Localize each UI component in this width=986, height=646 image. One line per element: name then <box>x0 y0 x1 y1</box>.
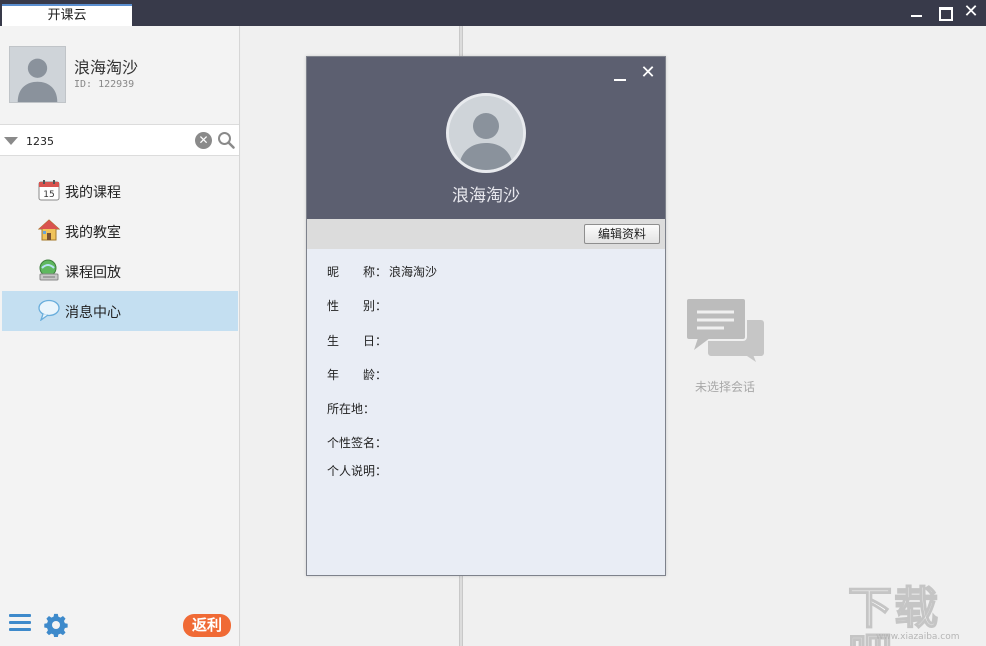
edit-profile-button[interactable]: 编辑资料 <box>584 224 660 244</box>
gear-icon[interactable] <box>44 613 68 637</box>
dialog-toolbar: 编辑资料 <box>307 219 665 249</box>
chat-bubbles-icon <box>686 298 764 362</box>
sidebar-nav: 15 我的课程 我的教室 课程回放 消息中心 <box>0 171 239 331</box>
info-row-signature: 个性签名： <box>327 434 389 451</box>
watermark-url: www.xiazaiba.com <box>876 632 960 642</box>
house-icon <box>38 219 60 241</box>
profile-dialog: ✕ 浪海淘沙 编辑资料 昵 称： 浪海淘沙 性 别： 生 日： 年 龄： 所在地：… <box>306 56 666 576</box>
info-row-nickname: 昵 称： 浪海淘沙 <box>327 263 437 280</box>
info-label: 个人说明： <box>327 464 388 478</box>
info-label: 年 龄： <box>327 368 388 382</box>
close-icon[interactable]: ✕ <box>961 3 981 23</box>
maximize-icon[interactable] <box>934 3 954 23</box>
calendar-icon: 15 <box>38 180 60 201</box>
sidebar-item-label: 课程回放 <box>65 265 121 281</box>
info-row-description: 个人说明： <box>327 462 389 479</box>
search-input[interactable] <box>26 131 186 151</box>
minimize-icon[interactable] <box>906 3 926 23</box>
app-tab[interactable]: 开课云 <box>2 4 132 26</box>
playback-icon <box>39 259 59 281</box>
info-label: 性 别： <box>327 299 388 313</box>
sidebar: 浪海淘沙 ID: 122939 ✕ 15 我的课程 <box>0 26 240 646</box>
info-label: 所在地： <box>327 402 376 416</box>
watermark: 下载吧 www.xiazaiba.com <box>847 585 984 646</box>
dialog-user-name: 浪海淘沙 <box>452 186 520 206</box>
menu-icon[interactable] <box>9 614 31 634</box>
user-silhouette-icon <box>10 47 65 102</box>
info-label: 个性签名： <box>327 436 388 450</box>
sidebar-item-label: 我的教室 <box>65 225 121 241</box>
dialog-close-icon[interactable]: ✕ <box>640 63 656 83</box>
search-bar: ✕ <box>0 124 239 156</box>
info-label: 昵 称： <box>327 265 388 279</box>
profile-id: ID: 122939 <box>74 79 135 90</box>
dropdown-arrow-icon[interactable] <box>4 137 18 145</box>
svg-text:15: 15 <box>43 190 54 200</box>
sidebar-item-message-center[interactable]: 消息中心 <box>2 291 238 331</box>
search-icon[interactable] <box>217 131 235 149</box>
dialog-minimize-icon[interactable] <box>613 72 627 84</box>
avatar[interactable] <box>9 46 66 103</box>
info-row-gender: 性 别： <box>327 297 389 314</box>
user-silhouette-icon <box>449 96 523 170</box>
empty-state-text: 未选择会话 <box>695 380 756 394</box>
info-row-age: 年 龄： <box>327 366 389 383</box>
info-row-birthday: 生 日： <box>327 332 389 349</box>
dialog-avatar <box>446 93 526 173</box>
profile-name: 浪海淘沙 <box>74 58 139 77</box>
info-row-location: 所在地： <box>327 400 377 417</box>
title-bar: 开课云 ✕ <box>0 0 986 26</box>
clear-icon[interactable]: ✕ <box>195 132 212 149</box>
info-label: 生 日： <box>327 334 388 348</box>
sidebar-item-my-classroom[interactable]: 我的教室 <box>0 211 239 251</box>
info-value: 浪海淘沙 <box>389 265 438 279</box>
rebate-badge[interactable]: 返利 <box>183 614 231 637</box>
sidebar-item-course-playback[interactable]: 课程回放 <box>0 251 239 291</box>
sidebar-item-label: 我的课程 <box>65 185 121 201</box>
dialog-header: ✕ 浪海淘沙 <box>307 57 665 219</box>
sidebar-item-my-courses[interactable]: 15 我的课程 <box>0 171 239 211</box>
chat-bubble-icon <box>38 299 60 321</box>
sidebar-item-label: 消息中心 <box>65 305 121 321</box>
